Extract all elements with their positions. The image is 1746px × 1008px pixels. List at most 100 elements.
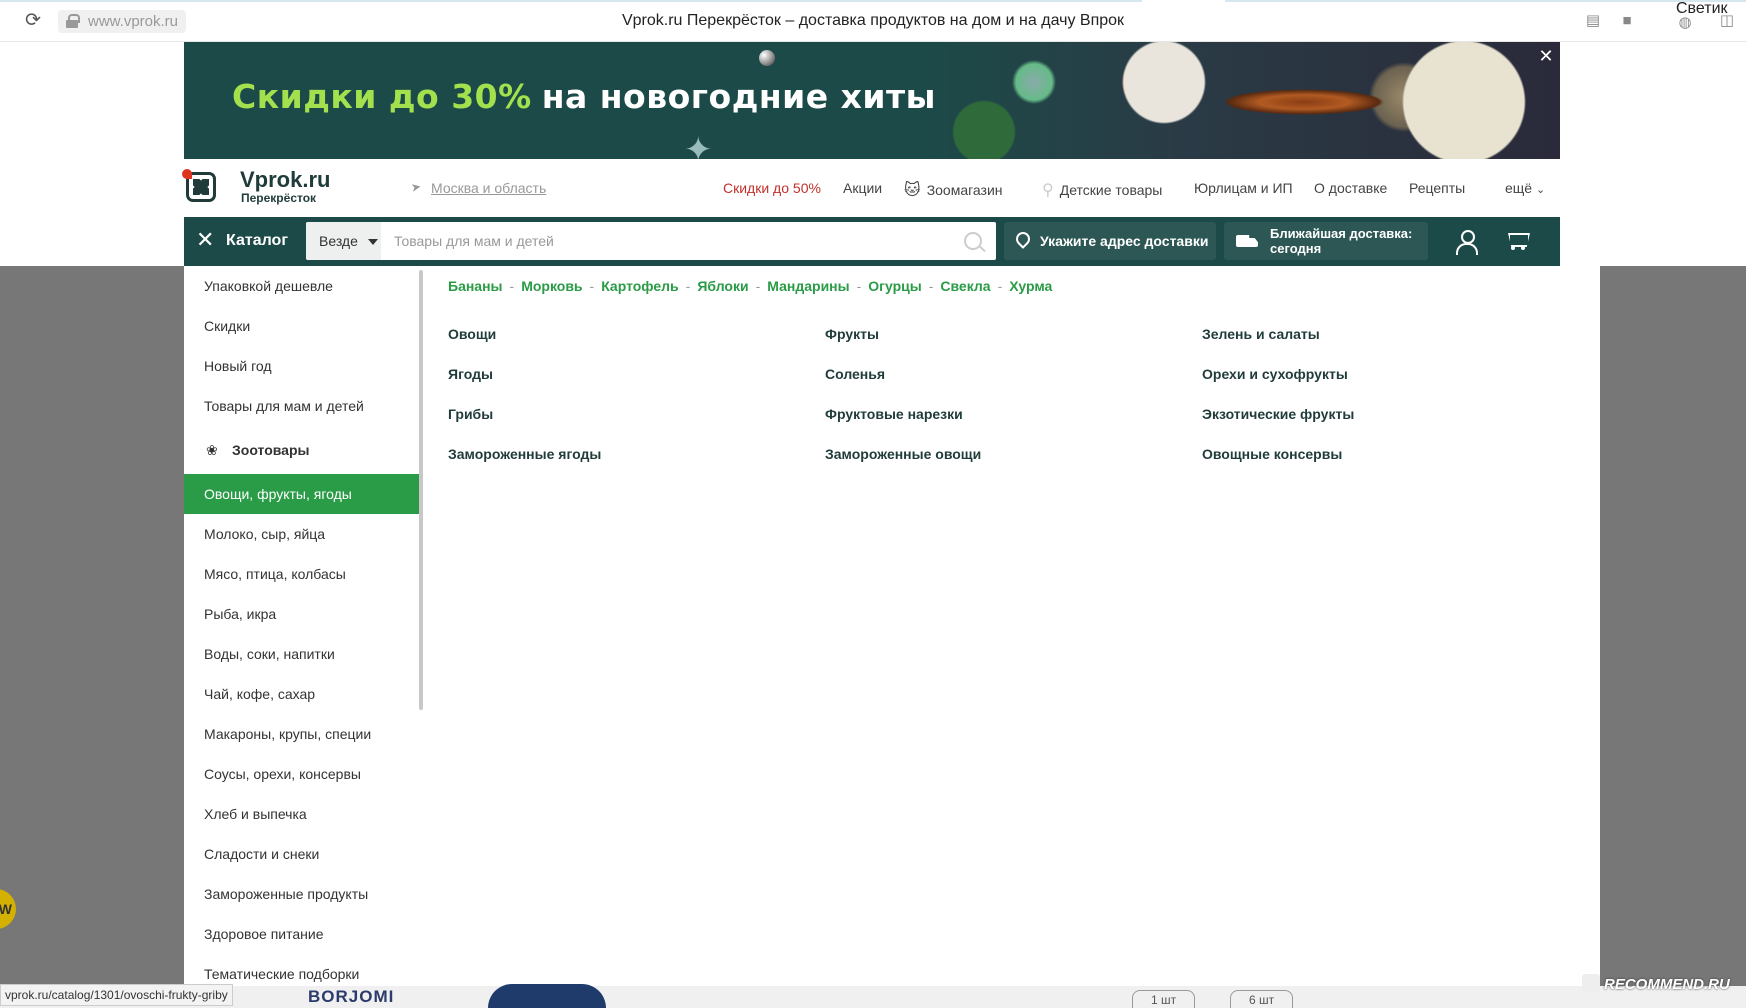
quick-link[interactable]: Яблоки [697, 278, 748, 294]
quick-link-separator: - [928, 278, 934, 294]
category-link[interactable]: Овощные консервы [1202, 446, 1342, 462]
cart-icon[interactable] [1506, 231, 1530, 251]
search-scope-value: Везде [319, 233, 358, 249]
search-icon[interactable] [964, 232, 982, 250]
category-link[interactable]: Замороженные овощи [825, 446, 981, 462]
sidebar-item-moms-kids[interactable]: Товары для мам и детей [184, 386, 420, 426]
page-overlay-left [0, 266, 184, 986]
user-icon[interactable] [1456, 230, 1478, 255]
close-icon: ✕ [196, 227, 215, 252]
status-bar-url: vprok.ru/catalog/1301/ovoschi-frukty-gri… [0, 984, 233, 1006]
sidebar-item-sweets[interactable]: Сладости и снеки [184, 834, 420, 874]
sidebar-item-drinks[interactable]: Воды, соки, напитки [184, 634, 420, 674]
search-input[interactable] [394, 222, 954, 260]
region-selector[interactable]: ➤ Москва и область [410, 179, 546, 196]
search-scope-dropdown[interactable]: Везде [306, 222, 381, 260]
quick-link-separator: - [856, 278, 862, 294]
banner-headline-text: на новогодние хиты [541, 77, 937, 116]
quick-link[interactable]: Бананы [448, 278, 503, 294]
qty-option[interactable]: 1 шт [1132, 990, 1196, 1008]
category-link[interactable]: Фрукты [825, 326, 879, 342]
nearest-delivery-label: Ближайшая доставка: [1270, 226, 1413, 241]
sidebar-item-bulk[interactable]: Упаковкой дешевле [184, 266, 420, 306]
page-title: Vprok.ru Перекрёсток – доставка продукто… [621, 12, 1125, 29]
nav-promos[interactable]: Акции [843, 180, 882, 196]
bottle-icon: ⚲ [1042, 182, 1054, 199]
logo-subtitle: Перекрёсток [241, 191, 317, 205]
watermark-text: RECOMMEND.RU [1604, 976, 1730, 993]
bookmark-icon[interactable]: ■ [1618, 12, 1636, 30]
watermark-logo-icon [1582, 974, 1600, 992]
cat-icon: 🐱 [904, 182, 921, 199]
truck-icon [1236, 235, 1258, 247]
quick-link[interactable]: Морковь [521, 278, 582, 294]
category-link[interactable]: Соленья [825, 366, 885, 382]
category-link[interactable]: Зелень и салаты [1202, 326, 1320, 342]
sidebar-item-discounts[interactable]: Скидки [184, 306, 420, 346]
nav-more-label: ещё [1505, 180, 1533, 196]
banner-close-icon[interactable]: ✕ [1536, 46, 1556, 66]
promo-banner[interactable]: ✦ Скидки до 30% на новогодние хиты ✕ [184, 42, 1560, 159]
browser-toolbar: ⟳ www.vprok.ru Vprok.ru Перекрёсток – до… [0, 0, 1746, 42]
quick-link[interactable]: Огурцы [868, 278, 921, 294]
sidebar-item-sauces[interactable]: Соусы, орехи, консервы [184, 754, 420, 794]
catalog-button[interactable]: ✕ Каталог [196, 229, 288, 253]
sidebar-item-zoo[interactable]: ❀ Зоотовары [184, 428, 420, 472]
search-box: Везде [306, 222, 996, 260]
star-icon: ✦ [684, 131, 713, 159]
sidebar-item-tea-coffee[interactable]: Чай, кофе, сахар [184, 674, 420, 714]
product-brand-text: BORJOMI [308, 987, 395, 1006]
sidebar-item-frozen[interactable]: Замороженные продукты [184, 874, 420, 914]
category-link[interactable]: Замороженные ягоды [448, 446, 601, 462]
quick-link-separator: - [997, 278, 1003, 294]
sidebar-item-bread[interactable]: Хлеб и выпечка [184, 794, 420, 834]
page-below-overlay [0, 986, 1746, 1008]
chevron-down-icon: ⌄ [1535, 184, 1546, 196]
sidebar-item-new-year[interactable]: Новый год [184, 346, 420, 386]
reader-mode-icon[interactable]: ▤ [1584, 12, 1602, 30]
category-link[interactable]: Грибы [448, 406, 493, 422]
nav-kids[interactable]: ⚲ Детские товары [1042, 180, 1162, 200]
sidebar-scrollbar[interactable] [419, 270, 423, 710]
page-overlay-right [1600, 266, 1746, 986]
nav-zoo[interactable]: 🐱 Зоомагазин [904, 180, 1003, 200]
sidebar-item-vegetables[interactable]: Овощи, фрукты, ягоды [184, 474, 420, 514]
quick-links: Бананы - Морковь - Картофель - Яблоки - Мандарин… [448, 278, 1052, 294]
category-link[interactable]: Фруктовые нарезки [825, 406, 963, 422]
quick-link[interactable]: Картофель [601, 278, 678, 294]
sidebar-item-pasta[interactable]: Макароны, крупы, специи [184, 714, 420, 754]
quick-link[interactable]: Свекла [940, 278, 990, 294]
location-pin-icon [1016, 232, 1030, 250]
banner-headline: Скидки до 30% на новогодние хиты [232, 77, 936, 116]
nav-delivery[interactable]: О доставке [1314, 180, 1387, 196]
nav-business[interactable]: Юрлицам и ИП [1194, 180, 1293, 196]
nav-sale[interactable]: Скидки до 50% [723, 180, 821, 196]
santa-hat-icon [182, 169, 192, 179]
sidebar-item-themes[interactable]: Тематические подборки [184, 954, 420, 986]
qty-option[interactable]: 6 шт [1230, 990, 1294, 1008]
catalog-bar: ✕ Каталог Везде Укажите адрес доставки Б… [184, 217, 1560, 266]
quick-link-separator: - [685, 278, 691, 294]
category-link[interactable]: Экзотические фрукты [1202, 406, 1354, 422]
paw-icon: ❀ [206, 442, 218, 458]
quick-link[interactable]: Хурма [1009, 278, 1052, 294]
site-logo[interactable]: Vprok.ru Перекрёсток [182, 167, 334, 209]
nav-kids-label: Детские товары [1059, 182, 1163, 198]
sidebar-item-fish[interactable]: Рыба, икра [184, 594, 420, 634]
browser-profile-name[interactable]: Светик [1676, 0, 1728, 18]
sidebar-item-healthy[interactable]: Здоровое питание [184, 914, 420, 954]
category-link[interactable]: Овощи [448, 326, 496, 342]
quick-link[interactable]: Мандарины [767, 278, 849, 294]
sidebar-item-dairy[interactable]: Молоко, сыр, яйца [184, 514, 420, 554]
quick-link-separator: - [589, 278, 595, 294]
category-link[interactable]: Ягоды [448, 366, 493, 382]
delivery-address-button[interactable]: Укажите адрес доставки [1004, 222, 1216, 260]
quick-link-separator: - [509, 278, 515, 294]
sidebar-item-meat[interactable]: Мясо, птица, колбасы [184, 554, 420, 594]
category-link[interactable]: Орехи и сухофрукты [1202, 366, 1348, 382]
nearest-delivery-button[interactable]: Ближайшая доставка: сегодня [1224, 222, 1428, 260]
nearest-delivery-value: сегодня [1270, 241, 1322, 256]
site-header: Vprok.ru Перекрёсток ➤ Москва и область … [182, 159, 1560, 217]
nav-more[interactable]: ещё ⌄ [1505, 180, 1545, 196]
nav-recipes[interactable]: Рецепты [1409, 180, 1465, 196]
